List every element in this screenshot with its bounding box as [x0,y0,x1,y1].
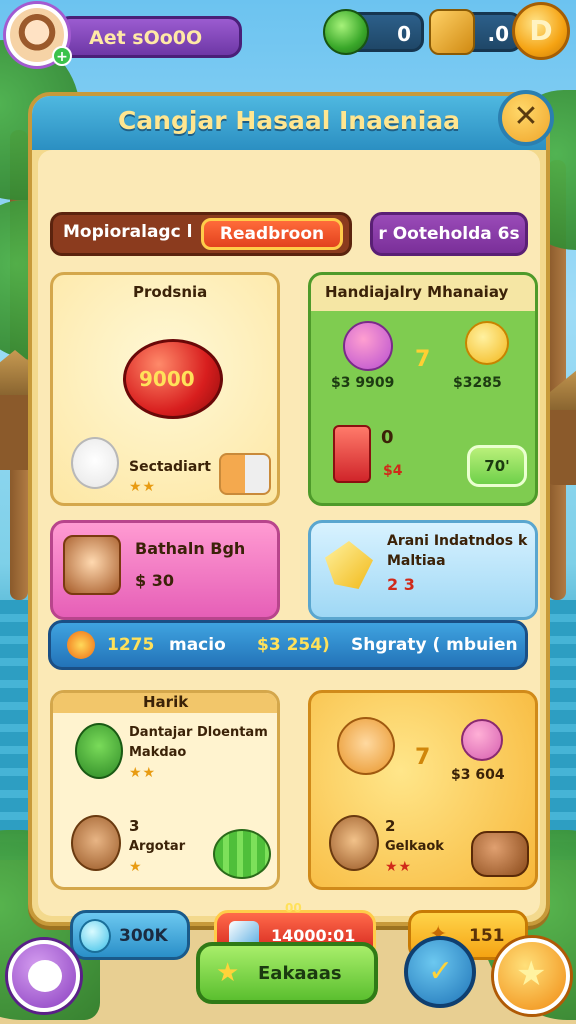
bathaln-title: Bathaln Bgh [135,539,246,558]
close-button[interactable]: ✕ [498,90,554,146]
orange-entry-count: 2 [385,817,396,835]
arani-title: Arani Indatndos k [387,533,528,549]
timer-tag: 00 [285,901,302,915]
star-balance-value: 151 [469,926,505,946]
orange-mark: 7 [415,745,431,770]
pink-flower-icon[interactable] [343,321,393,371]
bread-loaf-icon[interactable] [471,831,529,877]
featured-stars: ★★ [129,479,157,495]
stats-bar[interactable]: 1275 macio $3 254) Shgraty ( mbuien [48,620,528,670]
star-badge-icon: ★ [216,958,240,988]
checkmark-icon: ✓ [428,954,454,989]
player-name-bar: Aet sOo0O [56,16,242,58]
melon-icon[interactable] [213,829,271,879]
stats-value1: 1275 [107,635,155,655]
panel-header: Cangjar Hasaal Inaeniaa [32,96,546,150]
red-box-icon[interactable] [333,425,371,483]
tab-mopioralagc[interactable]: Mopioralagc l [63,222,192,242]
pink-candy-icon[interactable] [461,719,503,761]
player-name: Aet sOo0O [89,27,203,49]
green-dino-icon[interactable] [75,723,123,779]
handiajalry-buy-button[interactable]: 70' [467,445,527,487]
blue-gem-icon [79,919,111,953]
item2-price: $3285 [453,375,502,391]
panel-body: Mopioralagc l Readbroon r Ooteholda 6s P… [38,150,540,960]
add-friend-icon[interactable]: + [52,46,72,66]
eraser-item-icon [219,453,271,495]
handiajalry-title: Handiajalry Mhanaiay [325,283,509,301]
coin-symbol: D [529,14,553,47]
bear-with-hat-icon[interactable] [329,815,379,871]
featured-card[interactable]: Prodsnia 9000 Sectadiart ★★ [50,272,280,506]
harik-entry2-stars: ★ [129,859,143,875]
stats-label1: macio [169,635,226,655]
harik-entry1-title: Dantajar Dloentam [129,725,268,740]
gem-balance-button[interactable]: 300K [70,910,190,960]
scrolls-value: .0 [487,22,509,46]
favorite-star-icon: ★ [516,954,547,994]
item3-count: 0 [381,427,394,448]
shop-panel: Cangjar Hasaal Inaeniaa ✕ Mopioralagc l … [28,90,554,960]
featured-ball-value: 9000 [139,367,195,391]
heart-icon [67,631,95,659]
orange-entry-label: Gelkaok [385,839,444,854]
handiajalry-card: Handiajalry Mhanaiay $3 9909 7 $3285 0 $… [308,272,538,506]
arani-price: 2 3 [387,575,415,594]
tab-ooteholda[interactable]: r Ooteholda 6s [370,212,528,256]
ghost-mascot-icon [71,437,119,489]
orange-price: $3 604 [451,767,505,783]
favorites-round-button[interactable]: ★ [494,938,570,1014]
featured-label: Sectadiart [129,459,211,475]
lion-cub-icon[interactable] [337,717,395,775]
sun-icon[interactable] [465,321,509,365]
girl-portrait-icon [63,535,121,595]
pet-menu-button[interactable] [8,940,80,1012]
tab-readbroon[interactable]: Readbroon [201,218,343,250]
player-profile[interactable]: Aet sOo0O + [6,4,242,66]
item1-mark: 7 [415,347,431,372]
bathaln-card[interactable]: Bathaln Bgh $ 30 [50,520,280,620]
harik-entry1-stars: ★★ [129,765,157,781]
scrolls-counter[interactable]: .0 [429,9,522,55]
harik-card: Harik Dantajar Dloentam Makdao ★★ 3 Argo… [50,690,280,890]
panel-title: Cangjar Hasaal Inaeniaa [117,106,461,135]
harik-entry2-label: Argotar [129,839,186,854]
confirm-round-button[interactable]: ✓ [404,936,476,1008]
scroll-icon [429,9,475,55]
bathaln-price: $ 30 [135,571,174,590]
hut-right [548,395,576,485]
item3-price: $4 [383,463,403,479]
pet-face-icon [28,960,62,992]
yellow-crystal-icon [325,541,373,589]
featured-title: Prodsnia [133,283,208,301]
tab-group: Mopioralagc l Readbroon [50,212,352,256]
orange-entry-stars: ★★ [385,859,413,875]
arani-subtitle: Maltiaa [387,553,446,569]
arani-card[interactable]: Arani Indatndos k Maltiaa 2 3 [308,520,538,620]
harik-tag: Harik [143,693,189,711]
harik-entry2-count: 3 [129,817,140,835]
item1-price: $3 9909 [331,375,395,391]
green-gem-icon [323,9,369,55]
dog-with-crown-icon[interactable] [71,815,121,871]
stats-label2: Shgraty ( mbuien [351,635,518,655]
gems-value: 0 [397,22,411,46]
gems-counter[interactable]: 0 [323,9,424,55]
main-action-label: Eakaaas [258,963,342,984]
orange-card: 7 $3 604 2 Gelkaok ★★ [308,690,538,890]
gem-balance-value: 300K [119,926,168,946]
main-action-button[interactable]: ★ Eakaaas [196,942,378,1004]
gold-coin-button[interactable]: D [512,2,570,60]
harik-entry1-sub: Makdao [129,745,187,760]
stats-value2: $3 254) [257,635,330,655]
close-icon: ✕ [513,99,539,134]
